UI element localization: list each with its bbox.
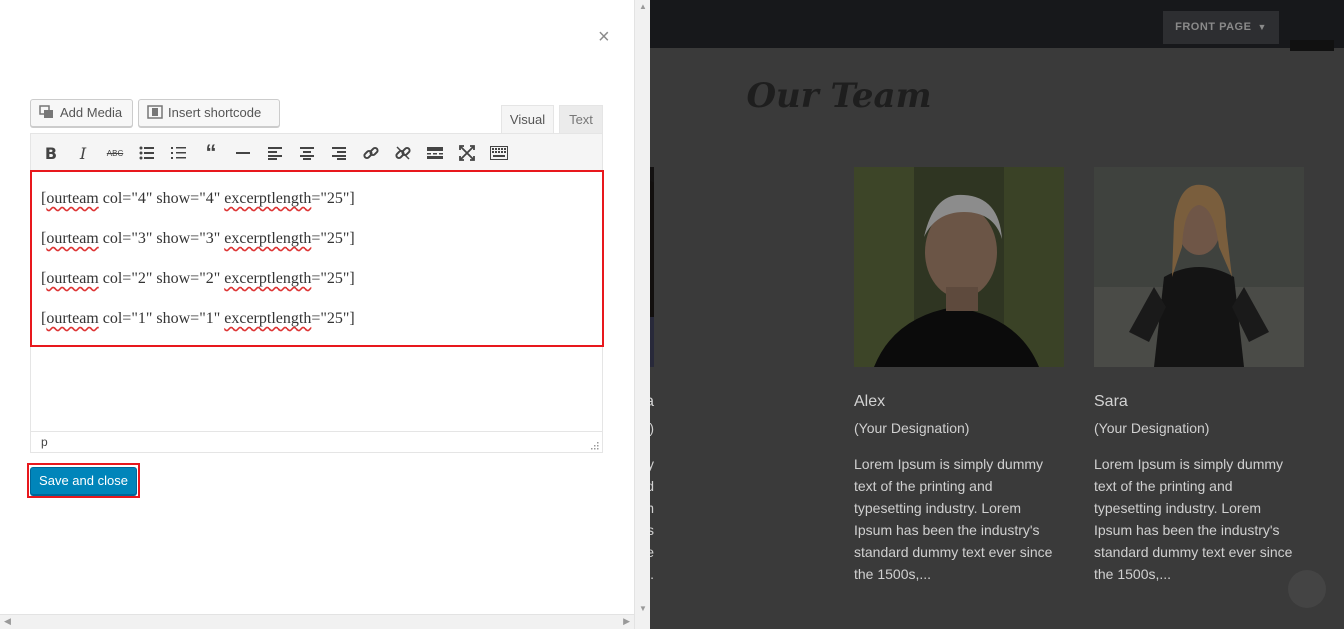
shortcode-icon [147,102,163,119]
close-icon[interactable]: × [598,27,610,47]
resize-grip-icon[interactable] [591,442,599,450]
italic-button[interactable]: I [72,142,94,164]
bold-button[interactable]: B [40,142,62,164]
member-excerpt: Lorem Ipsum is simply dummy text of the … [854,456,1053,582]
editor-toolbar: B I ABC “ [30,133,603,170]
align-right-icon[interactable] [328,142,350,164]
shortcode-highlight-box [30,170,604,347]
insert-shortcode-button[interactable]: Insert shortcode [138,99,280,127]
tab-text[interactable]: Text [559,105,603,134]
scroll-to-top-button[interactable] [1288,570,1326,608]
member-photo [854,167,1064,367]
horizontal-scrollbar[interactable]: ◀ ▶ [0,614,634,629]
chevron-down-icon: ▼ [1257,22,1267,32]
strikethrough-button[interactable]: ABC [104,142,126,164]
member-designation: (Your Designation) [854,420,970,436]
add-media-button[interactable]: Add Media [30,99,133,127]
link-icon[interactable] [360,142,382,164]
scroll-left-icon[interactable]: ◀ [4,616,11,627]
fullscreen-icon[interactable] [456,142,478,164]
member-designation: (Your Designation) [1094,420,1210,436]
horizontal-line-icon[interactable] [232,142,254,164]
vertical-scrollbar[interactable]: ▲ ▼ [634,0,650,629]
shortcode-editor-modal: × Add Media Insert shortcode Visual Text… [0,0,634,629]
team-member-card: Alex (Your Designation) Lorem Ipsum is s… [854,167,1064,585]
section-title: Our Team [746,76,932,116]
bullet-list-icon[interactable] [136,142,158,164]
scroll-up-icon[interactable]: ▲ [639,2,647,11]
scroll-right-icon[interactable]: ▶ [623,616,630,627]
background-page: FRONT PAGE▼ Our Team ra Designation) m I… [634,0,1344,629]
save-and-close-button[interactable]: Save and close [30,467,137,495]
read-more-icon[interactable] [424,142,446,164]
header-corner-block [1290,40,1334,51]
front-page-label: FRONT PAGE [1175,21,1252,33]
media-icon [39,102,55,118]
tab-visual[interactable]: Visual [501,105,554,134]
editor-statusbar: p [30,431,603,453]
element-path: p [41,435,48,449]
keyboard-toolbar-toggle-icon[interactable] [488,142,510,164]
numbered-list-icon[interactable] [168,142,190,164]
add-media-label: Add Media [60,105,123,120]
scroll-down-icon[interactable]: ▼ [639,604,647,613]
member-excerpt: Lorem Ipsum is simply dummy text of the … [1094,456,1293,582]
front-page-dropdown[interactable]: FRONT PAGE ▼ [1163,11,1279,44]
align-left-icon[interactable] [264,142,286,164]
member-photo [1094,167,1304,367]
member-name: Alex [854,393,886,410]
align-center-icon[interactable] [296,142,318,164]
team-member-card: Sara (Your Designation) Lorem Ipsum is s… [1094,167,1304,585]
unlink-icon[interactable] [392,142,414,164]
member-name: Sara [1094,393,1128,410]
blockquote-icon[interactable]: “ [200,140,222,165]
insert-shortcode-label: Insert shortcode [168,105,262,120]
